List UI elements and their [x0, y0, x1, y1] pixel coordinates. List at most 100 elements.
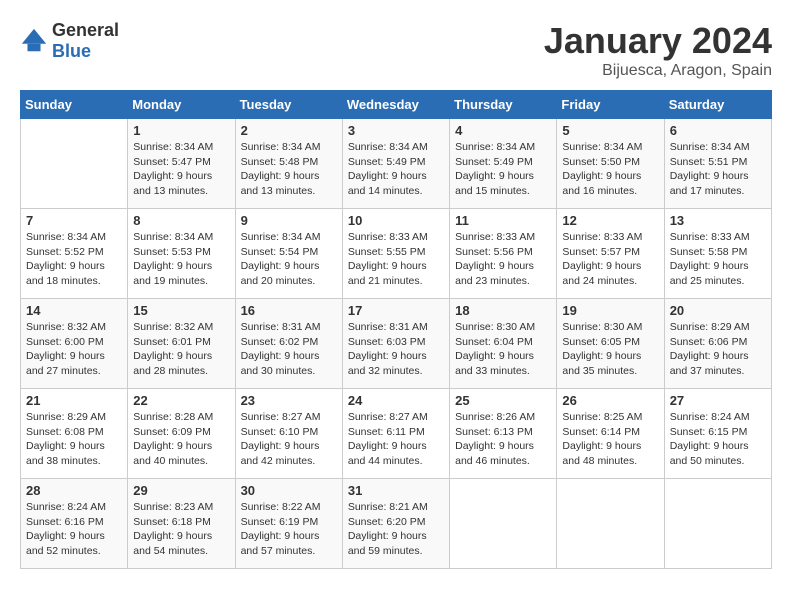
- day-info: Sunrise: 8:21 AMSunset: 6:20 PMDaylight:…: [348, 500, 444, 559]
- day-cell: 29Sunrise: 8:23 AMSunset: 6:18 PMDayligh…: [128, 479, 235, 569]
- day-cell: 13 Sunrise: 8:33 AMSunset: 5:58 PMDayligh…: [664, 209, 771, 299]
- day-info: Sunrise: 8:28 AMSunset: 6:09 PMDaylight:…: [133, 410, 229, 469]
- day-number: 18: [455, 303, 551, 318]
- day-info: Sunrise: 8:34 AMSunset: 5:54 PMDaylight:…: [241, 230, 337, 289]
- day-cell: 12Sunrise: 8:33 AMSunset: 5:57 PMDayligh…: [557, 209, 664, 299]
- column-header-friday: Friday: [557, 91, 664, 119]
- day-number: 19: [562, 303, 658, 318]
- column-header-tuesday: Tuesday: [235, 91, 342, 119]
- day-number: 17: [348, 303, 444, 318]
- day-cell: 15 Sunrise: 8:32 AMSunset: 6:01 PMDayligh…: [128, 299, 235, 389]
- day-number: 28: [26, 483, 122, 498]
- day-info: Sunrise: 8:30 AMSunset: 6:04 PMDaylight:…: [455, 320, 551, 379]
- day-cell: 10 Sunrise: 8:33 AMSunset: 5:55 PMDayligh…: [342, 209, 449, 299]
- day-cell: 31 Sunrise: 8:21 AMSunset: 6:20 PMDayligh…: [342, 479, 449, 569]
- day-cell: 5 Sunrise: 8:34 AMSunset: 5:50 PMDaylight…: [557, 119, 664, 209]
- column-header-thursday: Thursday: [450, 91, 557, 119]
- day-info: Sunrise: 8:33 AMSunset: 5:58 PMDaylight:…: [670, 230, 766, 289]
- day-number: 27: [670, 393, 766, 408]
- day-info: Sunrise: 8:33 AMSunset: 5:57 PMDaylight:…: [562, 230, 658, 289]
- logo-blue: Blue: [52, 41, 91, 61]
- day-info: Sunrise: 8:24 AMSunset: 6:16 PMDaylight:…: [26, 500, 122, 559]
- day-cell: 9 Sunrise: 8:34 AMSunset: 5:54 PMDaylight…: [235, 209, 342, 299]
- day-info: Sunrise: 8:34 AMSunset: 5:47 PMDaylight:…: [133, 140, 229, 199]
- calendar-table: SundayMondayTuesdayWednesdayThursdayFrid…: [20, 90, 772, 569]
- week-row-3: 14 Sunrise: 8:32 AMSunset: 6:00 PMDayligh…: [21, 299, 772, 389]
- day-cell: 23 Sunrise: 8:27 AMSunset: 6:10 PMDayligh…: [235, 389, 342, 479]
- day-cell: 22Sunrise: 8:28 AMSunset: 6:09 PMDayligh…: [128, 389, 235, 479]
- day-cell: 20Sunrise: 8:29 AMSunset: 6:06 PMDayligh…: [664, 299, 771, 389]
- day-cell: 25 Sunrise: 8:26 AMSunset: 6:13 PMDayligh…: [450, 389, 557, 479]
- day-number: 11: [455, 213, 551, 228]
- day-cell: 8Sunrise: 8:34 AMSunset: 5:53 PMDaylight…: [128, 209, 235, 299]
- day-info: Sunrise: 8:33 AMSunset: 5:55 PMDaylight:…: [348, 230, 444, 289]
- day-cell: 21 Sunrise: 8:29 AMSunset: 6:08 PMDayligh…: [21, 389, 128, 479]
- day-info: Sunrise: 8:34 AMSunset: 5:48 PMDaylight:…: [241, 140, 337, 199]
- week-row-1: 1Sunrise: 8:34 AMSunset: 5:47 PMDaylight…: [21, 119, 772, 209]
- day-info: Sunrise: 8:29 AMSunset: 6:08 PMDaylight:…: [26, 410, 122, 469]
- day-cell: 7Sunrise: 8:34 AMSunset: 5:52 PMDaylight…: [21, 209, 128, 299]
- day-number: 21: [26, 393, 122, 408]
- column-header-monday: Monday: [128, 91, 235, 119]
- title-section: January 2024 Bijuesca, Aragon, Spain: [544, 20, 772, 80]
- week-row-2: 7Sunrise: 8:34 AMSunset: 5:52 PMDaylight…: [21, 209, 772, 299]
- day-number: 2: [241, 123, 337, 138]
- day-info: Sunrise: 8:23 AMSunset: 6:18 PMDaylight:…: [133, 500, 229, 559]
- day-cell: 14 Sunrise: 8:32 AMSunset: 6:00 PMDayligh…: [21, 299, 128, 389]
- logo-icon: [20, 27, 48, 55]
- day-number: 5: [562, 123, 658, 138]
- day-cell: 6Sunrise: 8:34 AMSunset: 5:51 PMDaylight…: [664, 119, 771, 209]
- day-info: Sunrise: 8:24 AMSunset: 6:15 PMDaylight:…: [670, 410, 766, 469]
- header: General Blue January 2024 Bijuesca, Arag…: [20, 20, 772, 80]
- day-info: Sunrise: 8:34 AMSunset: 5:51 PMDaylight:…: [670, 140, 766, 199]
- calendar-header-row: SundayMondayTuesdayWednesdayThursdayFrid…: [21, 91, 772, 119]
- day-cell: 28 Sunrise: 8:24 AMSunset: 6:16 PMDayligh…: [21, 479, 128, 569]
- week-row-4: 21 Sunrise: 8:29 AMSunset: 6:08 PMDayligh…: [21, 389, 772, 479]
- calendar-subtitle: Bijuesca, Aragon, Spain: [544, 62, 772, 80]
- logo-general: General: [52, 20, 119, 40]
- day-cell: 11 Sunrise: 8:33 AMSunset: 5:56 PMDayligh…: [450, 209, 557, 299]
- day-info: Sunrise: 8:31 AMSunset: 6:03 PMDaylight:…: [348, 320, 444, 379]
- day-cell: 17 Sunrise: 8:31 AMSunset: 6:03 PMDayligh…: [342, 299, 449, 389]
- day-number: 8: [133, 213, 229, 228]
- day-number: 10: [348, 213, 444, 228]
- day-cell: 1Sunrise: 8:34 AMSunset: 5:47 PMDaylight…: [128, 119, 235, 209]
- day-number: 30: [241, 483, 337, 498]
- day-cell: 19Sunrise: 8:30 AMSunset: 6:05 PMDayligh…: [557, 299, 664, 389]
- day-number: 15: [133, 303, 229, 318]
- day-number: 7: [26, 213, 122, 228]
- calendar-title: January 2024: [544, 20, 772, 62]
- day-info: Sunrise: 8:34 AMSunset: 5:49 PMDaylight:…: [348, 140, 444, 199]
- day-number: 9: [241, 213, 337, 228]
- day-cell: [557, 479, 664, 569]
- day-info: Sunrise: 8:26 AMSunset: 6:13 PMDaylight:…: [455, 410, 551, 469]
- day-info: Sunrise: 8:25 AMSunset: 6:14 PMDaylight:…: [562, 410, 658, 469]
- day-number: 25: [455, 393, 551, 408]
- day-number: 13: [670, 213, 766, 228]
- day-cell: 16Sunrise: 8:31 AMSunset: 6:02 PMDayligh…: [235, 299, 342, 389]
- day-info: Sunrise: 8:33 AMSunset: 5:56 PMDaylight:…: [455, 230, 551, 289]
- day-info: Sunrise: 8:29 AMSunset: 6:06 PMDaylight:…: [670, 320, 766, 379]
- day-cell: 24Sunrise: 8:27 AMSunset: 6:11 PMDayligh…: [342, 389, 449, 479]
- week-row-5: 28 Sunrise: 8:24 AMSunset: 6:16 PMDayligh…: [21, 479, 772, 569]
- day-number: 31: [348, 483, 444, 498]
- day-info: Sunrise: 8:27 AMSunset: 6:11 PMDaylight:…: [348, 410, 444, 469]
- day-info: Sunrise: 8:32 AMSunset: 6:00 PMDaylight:…: [26, 320, 122, 379]
- logo: General Blue: [20, 20, 119, 62]
- column-header-saturday: Saturday: [664, 91, 771, 119]
- day-cell: 30Sunrise: 8:22 AMSunset: 6:19 PMDayligh…: [235, 479, 342, 569]
- day-number: 26: [562, 393, 658, 408]
- day-cell: 2 Sunrise: 8:34 AMSunset: 5:48 PMDaylight…: [235, 119, 342, 209]
- day-info: Sunrise: 8:32 AMSunset: 6:01 PMDaylight:…: [133, 320, 229, 379]
- day-cell: [450, 479, 557, 569]
- day-info: Sunrise: 8:34 AMSunset: 5:50 PMDaylight:…: [562, 140, 658, 199]
- day-number: 14: [26, 303, 122, 318]
- day-cell: 3 Sunrise: 8:34 AMSunset: 5:49 PMDaylight…: [342, 119, 449, 209]
- day-cell: [664, 479, 771, 569]
- day-cell: 18 Sunrise: 8:30 AMSunset: 6:04 PMDayligh…: [450, 299, 557, 389]
- day-info: Sunrise: 8:27 AMSunset: 6:10 PMDaylight:…: [241, 410, 337, 469]
- calendar-body: 1Sunrise: 8:34 AMSunset: 5:47 PMDaylight…: [21, 119, 772, 569]
- day-number: 23: [241, 393, 337, 408]
- day-number: 3: [348, 123, 444, 138]
- day-cell: 26 Sunrise: 8:25 AMSunset: 6:14 PMDayligh…: [557, 389, 664, 479]
